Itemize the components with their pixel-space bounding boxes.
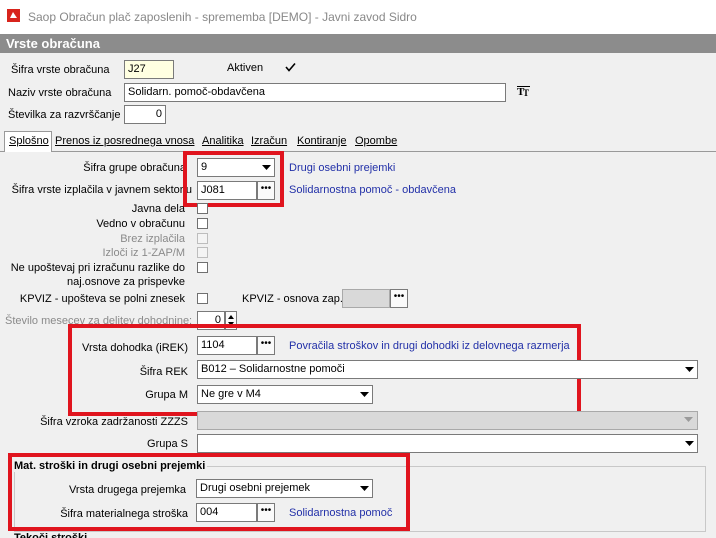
javna-dela-label: Javna dela bbox=[131, 203, 185, 215]
ne-upostevaj-checkbox[interactable] bbox=[197, 262, 208, 273]
highlight-box-1 bbox=[183, 151, 284, 207]
dohodka-input[interactable]: 1104 bbox=[197, 336, 257, 355]
chevron-down-icon bbox=[682, 361, 697, 378]
dohodka-lookup-button[interactable]: ••• bbox=[257, 336, 275, 355]
checkmark-icon bbox=[285, 62, 296, 72]
izloci-checkbox[interactable] bbox=[197, 247, 208, 258]
tab-opombe[interactable]: Opombe bbox=[355, 132, 397, 151]
app-icon bbox=[7, 9, 20, 22]
section-header: Vrste obračuna bbox=[0, 34, 716, 53]
title-bar: Saop Obračun plač zaposlenih - sprememba… bbox=[0, 0, 716, 34]
tab-prenos[interactable]: Prenos iz posrednega vnosa bbox=[55, 132, 194, 151]
ne-upostevaj-label-1: Ne upoštevaj pri izračunu razlike do bbox=[10, 262, 185, 274]
rek-value: B012 – Solidarnostne pomoči bbox=[201, 363, 345, 375]
grupa-label: Šifra grupe obračuna bbox=[83, 162, 186, 174]
kpviz-label: KPVIZ - upošteva se polni znesek bbox=[19, 293, 185, 305]
tab-kontiranje[interactable]: Kontiranje bbox=[297, 132, 347, 151]
section-title: Vrste obračuna bbox=[6, 36, 100, 51]
chevron-down-icon bbox=[357, 386, 372, 403]
izplacila-desc: Solidarnostna pomoč - obdavčena bbox=[289, 184, 456, 196]
tab-divider bbox=[0, 151, 716, 152]
naziv-label: Naziv vrste obračuna bbox=[8, 87, 112, 99]
aktiven-label: Aktiven bbox=[227, 62, 264, 74]
grupa-s-select[interactable] bbox=[197, 434, 698, 453]
izplacila-label: Šifra vrste izplačila v javnem sektorju bbox=[11, 184, 192, 196]
bottom-partial-label: Tekoči stroški bbox=[14, 532, 88, 538]
zzzs-label: Šifra vzroka zadržanosti ZZZS bbox=[40, 416, 188, 428]
chevron-down-icon bbox=[682, 435, 697, 452]
rek-select[interactable]: B012 – Solidarnostne pomoči bbox=[197, 360, 698, 379]
kpviz-osnova-input[interactable] bbox=[342, 289, 390, 308]
javna-dela-checkbox[interactable] bbox=[197, 203, 208, 214]
dohodka-desc: Povračila stroškov in drugi dohodki iz d… bbox=[289, 340, 570, 352]
zzzs-select[interactable] bbox=[197, 411, 698, 430]
sifra-vrste-input[interactable]: J27 bbox=[124, 60, 174, 79]
stevilka-input[interactable]: 0 bbox=[124, 105, 166, 124]
izloci-label: Izloči iz 1-ZAP/M bbox=[102, 247, 185, 259]
svg-text:T: T bbox=[523, 88, 529, 97]
aktiven-checkbox[interactable] bbox=[285, 62, 296, 73]
ne-upostevaj-label-2: naj.osnove za prispevke bbox=[66, 276, 185, 288]
tab-splosno[interactable]: Splošno bbox=[4, 131, 52, 152]
naziv-input[interactable]: Solidarn. pomoč-obdavčena bbox=[124, 83, 506, 102]
tab-izracun[interactable]: Izračun bbox=[251, 132, 287, 151]
brez-checkbox[interactable] bbox=[197, 233, 208, 244]
stevilka-label: Številka za razvrščanje bbox=[8, 109, 121, 121]
grupa-m-label: Grupa M bbox=[145, 389, 188, 401]
window-title: Saop Obračun plač zaposlenih - sprememba… bbox=[28, 10, 417, 24]
grupa-m-select[interactable]: Ne gre v M4 bbox=[197, 385, 373, 404]
sifra-vrste-label: Šifra vrste obračuna bbox=[11, 64, 110, 76]
brez-label: Brez izplačila bbox=[120, 233, 185, 245]
grupa-desc: Drugi osebni prejemki bbox=[289, 162, 396, 174]
kpviz-osnova-label: KPVIZ - osnova zap. bbox=[242, 293, 343, 305]
kpviz-lookup-button[interactable]: ••• bbox=[390, 289, 408, 308]
chevron-down-icon bbox=[684, 414, 693, 426]
vedno-checkbox[interactable] bbox=[197, 218, 208, 229]
grupa-m-value: Ne gre v M4 bbox=[201, 388, 261, 400]
rek-label: Šifra REK bbox=[139, 366, 188, 378]
vedno-label: Vedno v obračunu bbox=[96, 218, 185, 230]
dohodka-label: Vrsta dohodka (iREK) bbox=[82, 342, 188, 354]
highlight-box-3 bbox=[8, 453, 410, 531]
tab-analitika[interactable]: Analitika bbox=[202, 132, 244, 151]
kpviz-checkbox[interactable] bbox=[197, 293, 208, 304]
translate-icon[interactable]: TT bbox=[517, 85, 531, 100]
grupa-s-label: Grupa S bbox=[147, 438, 188, 450]
